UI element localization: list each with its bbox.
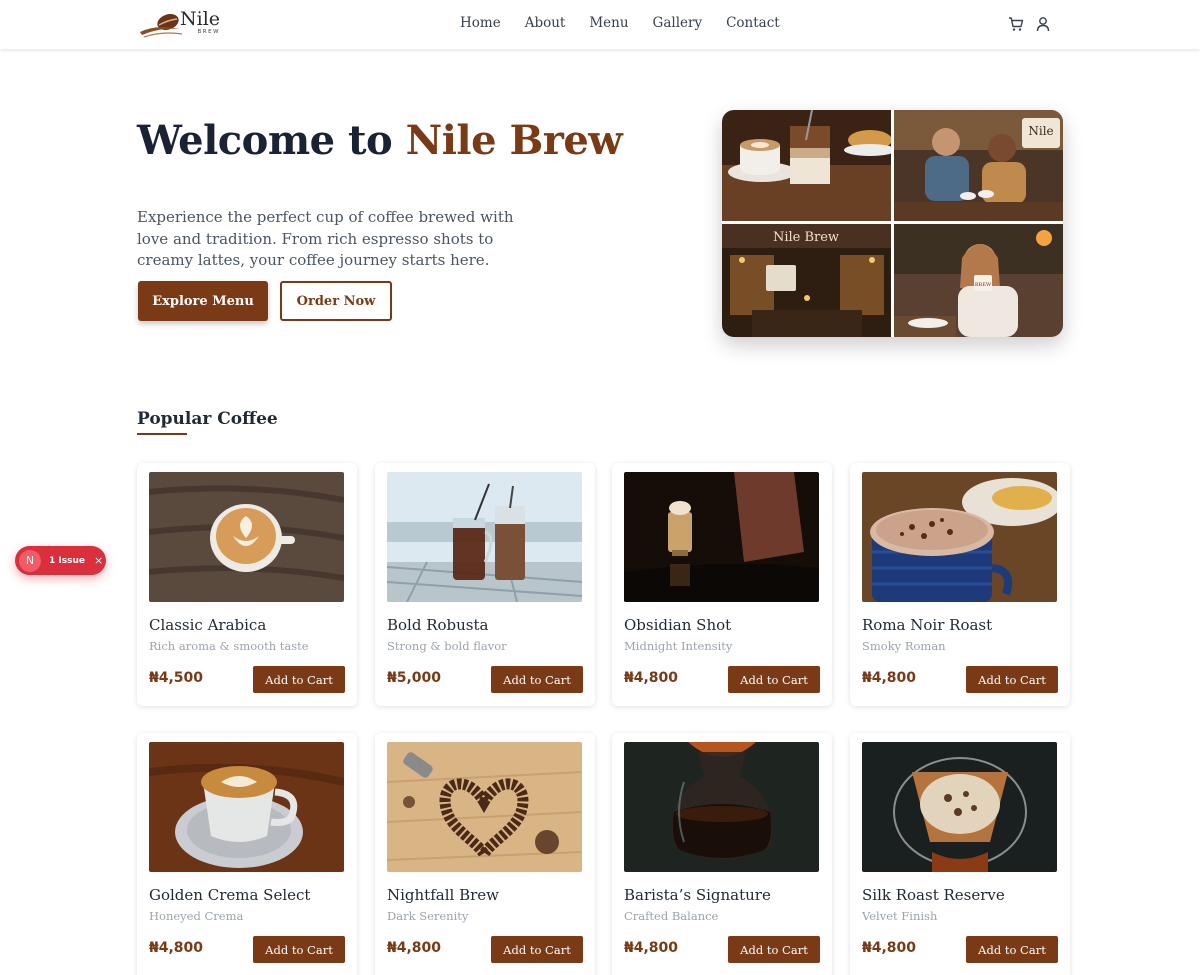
add-to-cart-button[interactable]: Add to Cart: [491, 666, 583, 693]
product-description: Crafted Balance: [624, 909, 719, 923]
product-card: Roma Noir Roast Smoky Roman ₦4,800 Add t…: [850, 463, 1070, 706]
product-image: [387, 472, 582, 602]
order-now-button[interactable]: Order Now: [280, 281, 392, 321]
nav-home[interactable]: Home: [460, 15, 501, 31]
nav-gallery[interactable]: Gallery: [653, 15, 703, 31]
cart-icon[interactable]: [1008, 16, 1024, 32]
navbar: Nile BREW Home About Menu Gallery Contac…: [0, 0, 1200, 49]
collage-sign-text: Nile Brew: [773, 230, 839, 245]
product-name: Roma Noir Roast: [862, 616, 993, 634]
product-card: Obsidian Shot Midnight Intensity ₦4,800 …: [612, 463, 832, 706]
logo-subtitle: BREW: [197, 29, 221, 35]
product-name: Nightfall Brew: [387, 886, 499, 904]
product-price: ₦4,800: [624, 670, 679, 686]
product-card: Bold Robusta Strong & bold flavor ₦5,000…: [375, 463, 595, 706]
product-name: Bold Robusta: [387, 616, 489, 634]
product-price: ₦4,800: [149, 940, 204, 956]
collage-sign-small: Nile: [1028, 124, 1053, 138]
product-price: ₦4,800: [387, 940, 442, 956]
product-image: [149, 472, 344, 602]
product-image: [624, 472, 819, 602]
product-image: [862, 742, 1057, 872]
product-image: [862, 472, 1057, 602]
product-name: Silk Roast Reserve: [862, 886, 1005, 904]
section-underline: [137, 433, 187, 435]
collage-woman-photo: BREW: [894, 224, 1063, 337]
coffee-bean-logo-icon: [140, 14, 183, 38]
product-card: Barista’s Signature Crafted Balance ₦4,8…: [612, 733, 832, 975]
popular-coffee-title: Popular Coffee: [137, 409, 278, 429]
product-name: Obsidian Shot: [624, 616, 732, 634]
collage-couple-photo: Nile: [894, 110, 1063, 221]
add-to-cart-button[interactable]: Add to Cart: [966, 666, 1058, 693]
hero-title-text: Welcome to: [137, 117, 406, 164]
product-image: [624, 742, 819, 872]
hero-description: Experience the perfect cup of coffee bre…: [137, 208, 514, 269]
product-description: Dark Serenity: [387, 909, 469, 923]
close-icon[interactable]: ×: [94, 554, 103, 567]
nav-menu[interactable]: Menu: [589, 15, 628, 31]
add-to-cart-button[interactable]: Add to Cart: [253, 666, 345, 693]
product-description: Velvet Finish: [862, 909, 938, 923]
add-to-cart-button[interactable]: Add to Cart: [491, 936, 583, 963]
product-name: Classic Arabica: [149, 616, 267, 634]
product-card: Golden Crema Select Honeyed Crema ₦4,800…: [137, 733, 357, 975]
logo-name: Nile: [180, 8, 221, 30]
product-price: ₦4,500: [149, 670, 204, 686]
nav-about[interactable]: About: [525, 15, 566, 31]
product-price: ₦4,800: [862, 940, 917, 956]
product-image: [387, 742, 582, 872]
product-price: ₦4,800: [624, 940, 679, 956]
product-description: Strong & bold flavor: [387, 639, 507, 653]
issue-badge[interactable]: N 1 Issue ×: [15, 546, 106, 575]
product-description: Smoky Roman: [862, 639, 946, 653]
add-to-cart-button[interactable]: Add to Cart: [966, 936, 1058, 963]
product-description: Midnight Intensity: [624, 639, 733, 653]
product-image: [149, 742, 344, 872]
issue-label: 1 Issue: [49, 555, 85, 566]
product-card: Classic Arabica Rich aroma & smooth tast…: [137, 463, 357, 706]
hero-collage: Nile Nile Brew BREW: [722, 110, 1063, 337]
brand-logo[interactable]: Nile BREW: [138, 10, 220, 40]
collage-cafe-photo: Nile Brew: [722, 224, 891, 337]
explore-menu-button[interactable]: Explore Menu: [138, 281, 268, 321]
add-to-cart-button[interactable]: Add to Cart: [728, 936, 820, 963]
hero-title: Welcome to Nile Brew: [137, 121, 637, 161]
nav-links: Home About Menu Gallery Contact: [460, 15, 780, 31]
product-name: Golden Crema Select: [149, 886, 311, 904]
product-price: ₦5,000: [387, 670, 442, 686]
product-name: Barista’s Signature: [624, 886, 771, 904]
collage-latte-photo: [722, 110, 896, 221]
collage-cup-label: BREW: [975, 282, 992, 288]
hero-title-accent: Nile Brew: [405, 117, 623, 164]
product-card: Silk Roast Reserve Velvet Finish ₦4,800 …: [850, 733, 1070, 975]
add-to-cart-button[interactable]: Add to Cart: [253, 936, 345, 963]
issue-logo-icon: N: [19, 549, 41, 572]
product-price: ₦4,800: [862, 670, 917, 686]
product-card: Nightfall Brew Dark Serenity ₦4,800 Add …: [375, 733, 595, 975]
product-description: Rich aroma & smooth taste: [149, 639, 309, 653]
product-description: Honeyed Crema: [149, 909, 244, 923]
nav-contact[interactable]: Contact: [726, 15, 780, 31]
user-icon[interactable]: [1036, 16, 1050, 32]
hero-collage-image: Nile Nile Brew BREW: [722, 110, 1063, 337]
add-to-cart-button[interactable]: Add to Cart: [728, 666, 820, 693]
